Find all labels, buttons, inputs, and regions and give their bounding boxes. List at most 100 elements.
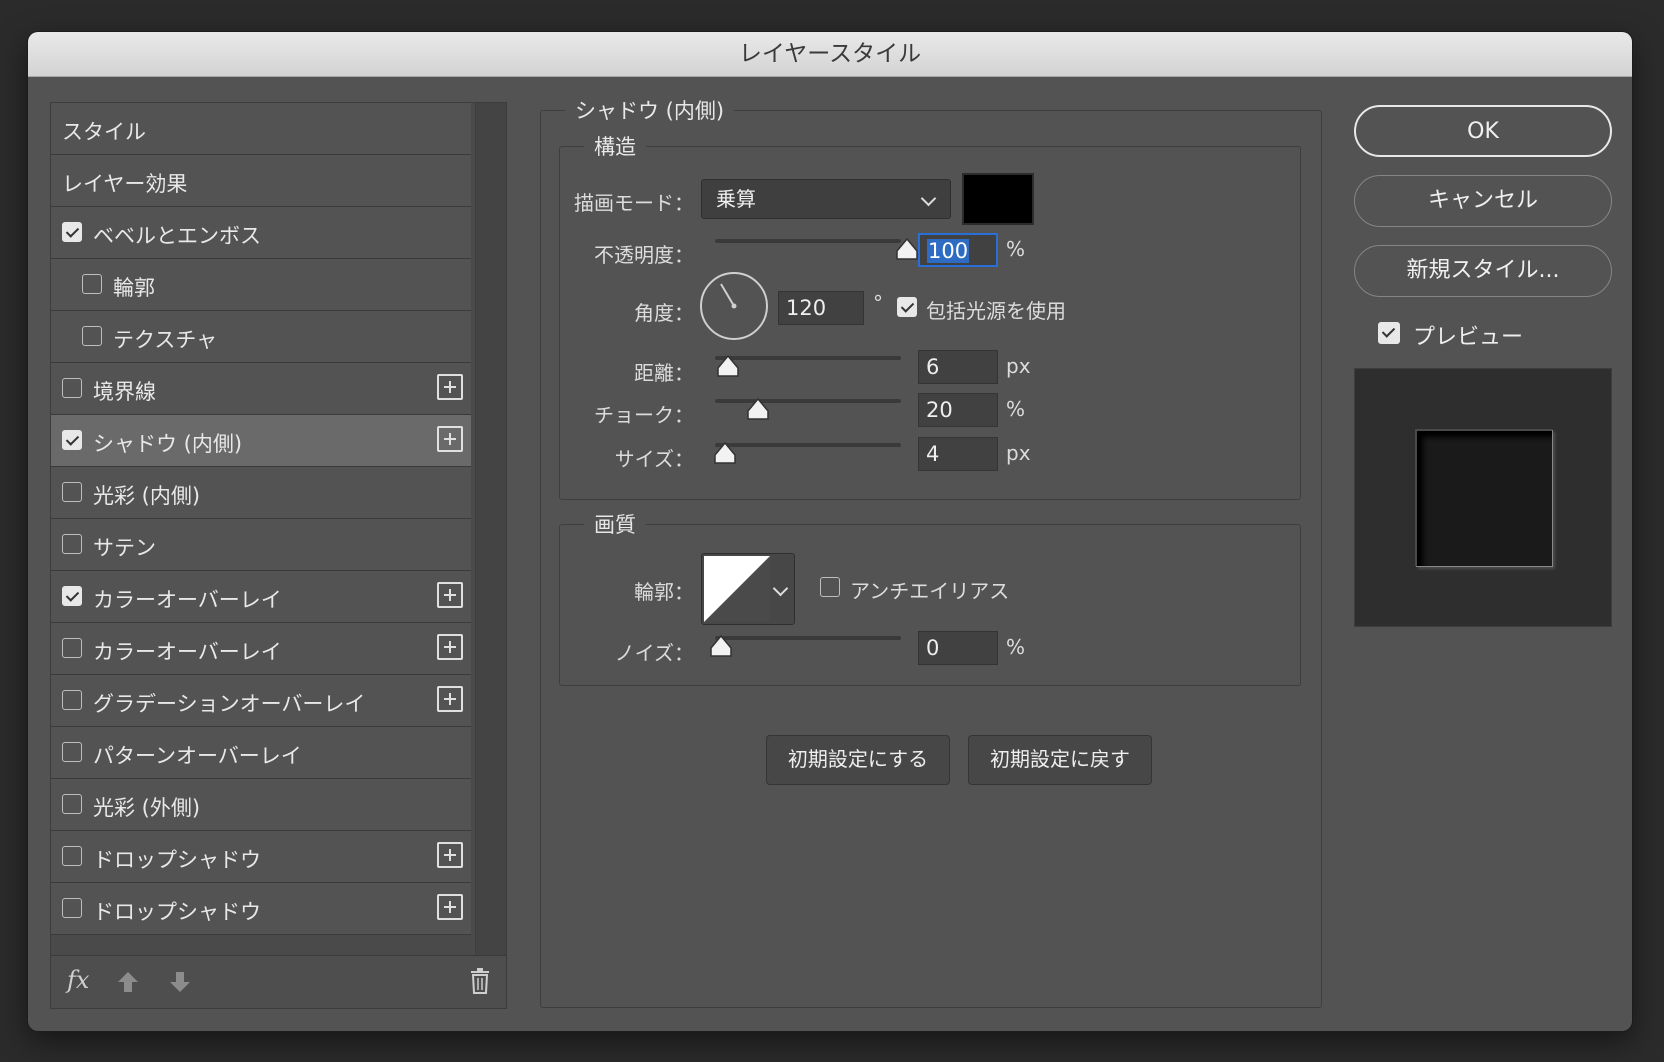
angle-unit: ° (873, 291, 883, 315)
style-list-item[interactable]: シャドウ (内側) (51, 415, 471, 467)
blend-mode-value: 乗算 (716, 187, 756, 211)
preview-checkbox[interactable] (1378, 322, 1400, 344)
style-list-item[interactable]: 境界線 (51, 363, 471, 415)
choke-input[interactable]: 20 (918, 393, 998, 427)
style-item-label: 輪郭 (113, 276, 155, 300)
style-list-item[interactable]: 光彩 (内側) (51, 467, 471, 519)
style-checkbox[interactable] (62, 742, 82, 762)
style-item-label: テクスチャ (113, 328, 218, 352)
style-list-item[interactable]: スタイル (51, 103, 471, 155)
angle-label: 角度： (634, 301, 694, 325)
distance-label: 距離： (634, 361, 694, 385)
style-list-item[interactable]: レイヤー効果 (51, 155, 471, 207)
fx-menu-icon[interactable]: fx (67, 966, 89, 994)
size-slider[interactable] (713, 441, 901, 464)
chevron-down-icon (772, 580, 789, 597)
style-checkbox[interactable] (62, 222, 82, 242)
add-effect-icon[interactable] (437, 426, 463, 452)
reset-default-button[interactable]: 初期設定に戻す (968, 735, 1152, 785)
ok-button[interactable]: OK (1354, 105, 1612, 157)
style-checkbox[interactable] (62, 378, 82, 398)
quality-title: 画質 (584, 509, 646, 539)
style-checkbox[interactable] (62, 690, 82, 710)
size-unit: px (1006, 441, 1031, 465)
new-style-button[interactable]: 新規スタイル... (1354, 245, 1612, 297)
opacity-slider[interactable] (715, 237, 918, 260)
style-list-scrollbar[interactable] (475, 103, 506, 956)
choke-unit: % (1006, 397, 1026, 421)
distance-slider[interactable] (715, 354, 901, 377)
style-checkbox[interactable] (82, 326, 102, 346)
style-item-label: ドロップシャドウ (93, 900, 261, 924)
style-list-item[interactable]: ドロップシャドウ (51, 831, 471, 883)
opacity-input[interactable]: 100 (918, 233, 998, 267)
global-light-label: 包括光源を使用 (926, 299, 1066, 323)
opacity-unit: % (1006, 237, 1026, 261)
noise-unit: % (1006, 635, 1026, 659)
style-list-rows: スタイル レイヤー効果ベベルとエンボス輪郭テクスチャ境界線シャドウ (内側) 光彩 … (51, 103, 471, 935)
global-light-checkbox[interactable] (897, 297, 917, 317)
move-down-icon[interactable] (169, 970, 191, 994)
style-list-item[interactable]: 輪郭 (51, 259, 471, 311)
contour-label: 輪郭： (634, 580, 694, 604)
angle-dial-needle (720, 283, 737, 309)
inner-shadow-panel: シャドウ (内側) 構造 描画モード： 乗算 不透明度： 100 % 角度： 1… (540, 95, 1322, 1008)
structure-title: 構造 (584, 131, 646, 161)
style-item-label: 光彩 (内側) (93, 484, 201, 508)
style-item-label: ベベルとエンボス (93, 224, 261, 248)
add-effect-icon[interactable] (437, 842, 463, 868)
trash-icon[interactable] (470, 968, 490, 994)
distance-slider-thumb[interactable] (716, 354, 740, 378)
add-effect-icon[interactable] (437, 582, 463, 608)
angle-dial[interactable] (700, 272, 768, 340)
style-item-label: 光彩 (外側) (93, 796, 201, 820)
layer-style-dialog: レイヤースタイル スタイル レイヤー効果 ベベルとエンボス 輪郭 テクスチャ 境界線 シャド… (28, 32, 1632, 1031)
style-checkbox[interactable] (62, 846, 82, 866)
noise-input[interactable]: 0 (918, 631, 998, 665)
noise-slider-thumb[interactable] (709, 634, 733, 658)
style-item-label: 境界線 (93, 380, 156, 404)
style-list-item[interactable]: サテン (51, 519, 471, 571)
add-effect-icon[interactable] (437, 634, 463, 660)
antialias-checkbox[interactable] (820, 577, 840, 597)
style-list-item[interactable]: ドロップシャドウ (51, 883, 471, 935)
size-input[interactable]: 4 (918, 437, 998, 471)
choke-slider-thumb[interactable] (746, 397, 770, 421)
opacity-slider-thumb[interactable] (895, 237, 919, 261)
style-list-item[interactable]: テクスチャ (51, 311, 471, 363)
style-list-item[interactable]: パターンオーバーレイ (51, 727, 471, 779)
size-slider-thumb[interactable] (713, 441, 737, 465)
add-effect-icon[interactable] (437, 686, 463, 712)
contour-picker[interactable] (701, 553, 795, 625)
make-default-button[interactable]: 初期設定にする (766, 735, 950, 785)
blend-mode-label: 描画モード： (574, 191, 694, 215)
add-effect-icon[interactable] (437, 374, 463, 400)
style-checkbox[interactable] (62, 898, 82, 918)
quality-group: 画質 輪郭： アンチエイリアス ノイズ： 0 % (559, 509, 1301, 686)
style-checkbox[interactable] (62, 534, 82, 554)
distance-input[interactable]: 6 (918, 350, 998, 384)
angle-input[interactable]: 120 (778, 291, 864, 325)
style-list-item[interactable]: カラーオーバーレイ (51, 623, 471, 675)
style-list-item[interactable]: ベベルとエンボス (51, 207, 471, 259)
shadow-color-swatch[interactable] (962, 173, 1034, 225)
blend-mode-select[interactable]: 乗算 (701, 179, 951, 219)
add-effect-icon[interactable] (437, 894, 463, 920)
structure-group: 構造 描画モード： 乗算 不透明度： 100 % 角度： 120 ° 包括光源を… (559, 131, 1301, 500)
style-checkbox[interactable] (62, 638, 82, 658)
antialias-label: アンチエイリアス (850, 579, 1010, 603)
style-list: スタイル レイヤー効果ベベルとエンボス輪郭テクスチャ境界線シャドウ (内側) 光彩 … (50, 102, 507, 1009)
style-checkbox[interactable] (62, 586, 82, 606)
noise-slider[interactable] (710, 634, 901, 657)
style-checkbox[interactable] (62, 794, 82, 814)
choke-label: チョーク： (594, 403, 694, 427)
style-checkbox[interactable] (62, 482, 82, 502)
cancel-button[interactable]: キャンセル (1354, 175, 1612, 227)
style-list-item[interactable]: カラーオーバーレイ (51, 571, 471, 623)
style-checkbox[interactable] (82, 274, 102, 294)
move-up-icon[interactable] (117, 970, 139, 994)
choke-slider[interactable] (715, 397, 901, 420)
style-list-item[interactable]: 光彩 (外側) (51, 779, 471, 831)
style-list-item[interactable]: グラデーションオーバーレイ (51, 675, 471, 727)
style-checkbox[interactable] (62, 430, 82, 450)
